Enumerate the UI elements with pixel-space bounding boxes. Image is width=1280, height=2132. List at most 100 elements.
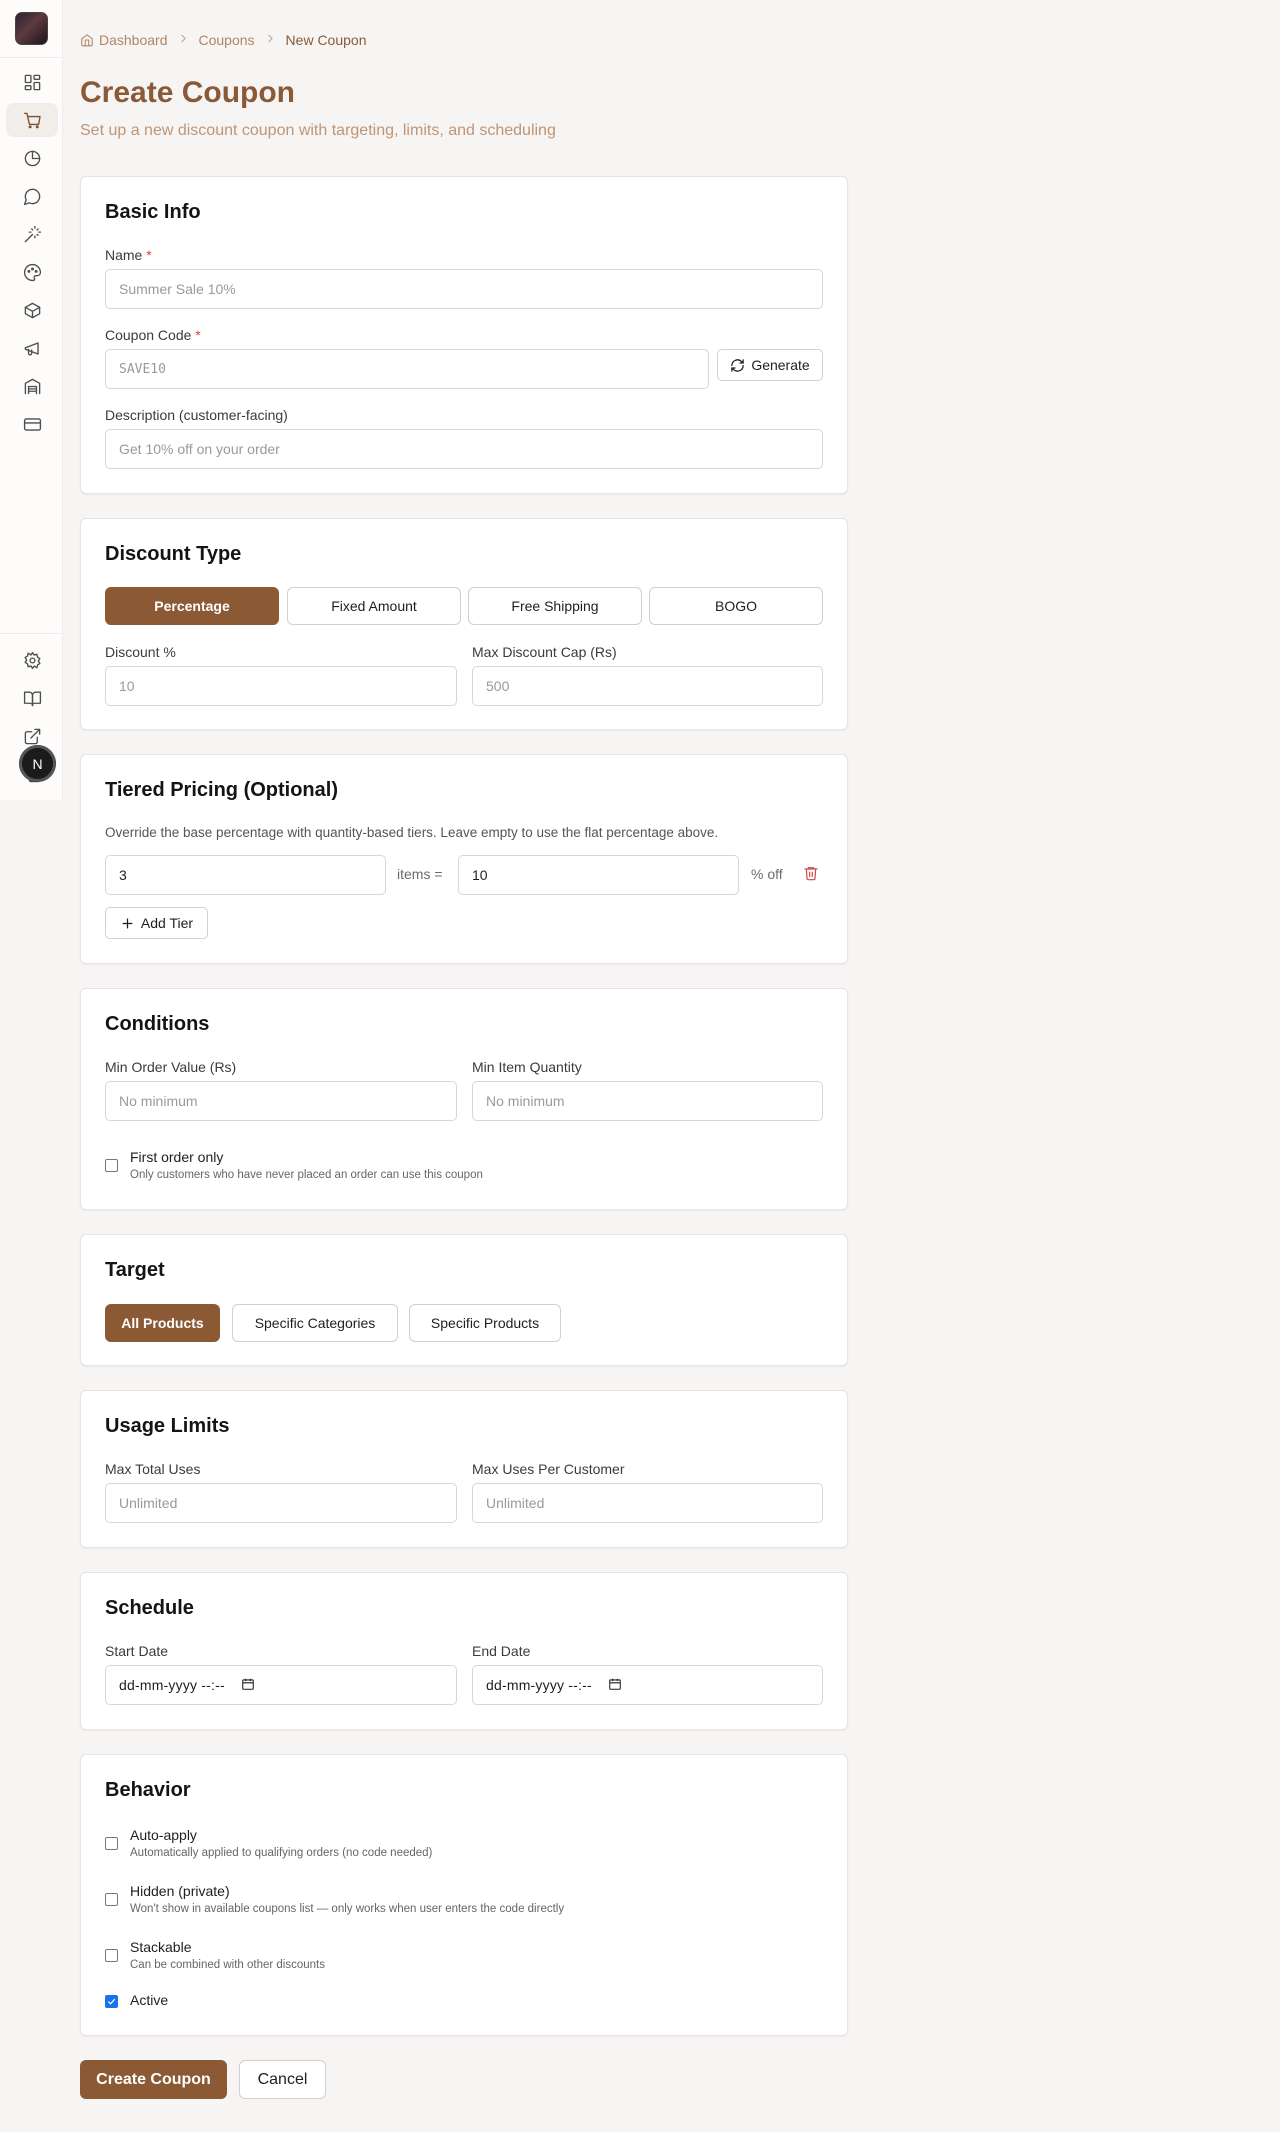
tiered-description: Override the base percentage with quanti… [105, 825, 719, 840]
tiered-pricing-card: Tiered Pricing (Optional) Override the b… [80, 754, 848, 964]
warehouse-icon[interactable] [6, 369, 58, 403]
sidebar: N [0, 0, 63, 800]
page-title: Create Coupon [80, 76, 296, 109]
usage-limits-card: Usage Limits Max Total Uses Unlimited Ma… [80, 1390, 848, 1548]
max-uses-per-customer-input[interactable]: Unlimited [472, 1483, 823, 1523]
tier-percent-label: % off [751, 866, 783, 882]
stackable-label: Stackable [130, 1939, 192, 1955]
add-tier-button[interactable]: Add Tier [105, 907, 208, 939]
tier-percent-input[interactable]: 10 [458, 855, 739, 895]
generate-button[interactable]: Generate [717, 349, 823, 381]
breadcrumb-dashboard-label: Dashboard [99, 32, 168, 48]
package-icon[interactable] [6, 293, 58, 327]
calendar-icon[interactable] [608, 1677, 622, 1694]
card-title: Target [105, 1259, 165, 1281]
min-order-input[interactable]: No minimum [105, 1081, 457, 1121]
discount-type-bogo[interactable]: BOGO [649, 587, 823, 625]
palette-icon[interactable] [6, 255, 58, 289]
hidden-checkbox[interactable] [105, 1893, 118, 1906]
breadcrumb: Dashboard Coupons New Coupon [80, 32, 366, 48]
megaphone-icon[interactable] [6, 331, 58, 365]
end-date-value: dd-mm-yyyy --:-- [486, 1677, 592, 1693]
start-date-input[interactable]: dd-mm-yyyy --:-- [105, 1665, 457, 1705]
card-title: Usage Limits [105, 1415, 230, 1437]
discount-type-card: Discount Type Percentage Fixed Amount Fr… [80, 518, 848, 730]
target-all-products[interactable]: All Products [105, 1304, 220, 1342]
pie-chart-icon[interactable] [6, 141, 58, 175]
target-card: Target All Products Specific Categories … [80, 1234, 848, 1366]
card-title: Schedule [105, 1597, 194, 1619]
app-logo[interactable] [15, 12, 48, 45]
max-total-uses-label: Max Total Uses [105, 1461, 201, 1477]
card-title: Conditions [105, 1013, 210, 1035]
card-title: Behavior [105, 1779, 191, 1801]
card-title: Discount Type [105, 543, 242, 565]
tier-items-input[interactable]: 3 [105, 855, 386, 895]
auto-apply-checkbox[interactable] [105, 1837, 118, 1850]
first-order-checkbox[interactable] [105, 1159, 118, 1172]
discount-percent-input[interactable]: 10 [105, 666, 457, 706]
tier-items-label: items = [397, 866, 443, 882]
hidden-help: Won't show in available coupons list — o… [130, 1903, 565, 1915]
cancel-button[interactable]: Cancel [239, 2060, 326, 2099]
discount-type-free-shipping[interactable]: Free Shipping [468, 587, 642, 625]
check-icon [107, 1998, 116, 2005]
min-quantity-input[interactable]: No minimum [472, 1081, 823, 1121]
behavior-card: Behavior Auto-apply Automatically applie… [80, 1754, 848, 2036]
start-date-label: Start Date [105, 1643, 169, 1659]
add-tier-label: Add Tier [140, 915, 194, 931]
create-coupon-button[interactable]: Create Coupon [80, 2060, 227, 2099]
credit-card-icon[interactable] [6, 407, 58, 441]
magic-wand-icon[interactable] [6, 217, 58, 251]
max-discount-cap-input[interactable]: 500 [472, 666, 823, 706]
active-label: Active [130, 1992, 169, 2008]
name-input[interactable]: Summer Sale 10% [105, 269, 823, 309]
gear-icon[interactable] [6, 643, 58, 677]
name-label: Name * [105, 247, 152, 263]
end-date-label: End Date [472, 1643, 531, 1659]
basic-info-card: Basic Info Name * Summer Sale 10% Coupon… [80, 176, 848, 494]
chevron-right-icon [177, 32, 190, 48]
avatar[interactable]: N [19, 745, 56, 782]
active-checkbox[interactable] [105, 1995, 118, 2008]
generate-label: Generate [751, 357, 810, 373]
description-label: Description (customer-facing) [105, 407, 288, 423]
target-specific-categories[interactable]: Specific Categories [232, 1304, 398, 1342]
max-total-uses-input[interactable]: Unlimited [105, 1483, 457, 1523]
max-discount-cap-label: Max Discount Cap (Rs) [472, 644, 617, 660]
coupon-code-label: Coupon Code * [105, 327, 201, 343]
auto-apply-help: Automatically applied to qualifying orde… [130, 1847, 433, 1859]
breadcrumb-current: New Coupon [285, 32, 367, 48]
calendar-icon[interactable] [241, 1677, 255, 1694]
discount-type-percentage[interactable]: Percentage [105, 587, 279, 625]
stackable-checkbox[interactable] [105, 1949, 118, 1962]
hidden-label: Hidden (private) [130, 1883, 230, 1899]
book-icon[interactable] [6, 681, 58, 715]
min-quantity-label: Min Item Quantity [472, 1059, 582, 1075]
plus-icon [122, 918, 133, 928]
start-date-value: dd-mm-yyyy --:-- [119, 1677, 225, 1693]
target-specific-products[interactable]: Specific Products [409, 1304, 561, 1342]
first-order-help: Only customers who have never placed an … [130, 1169, 483, 1181]
coupon-code-input[interactable]: SAVE10 [105, 349, 709, 389]
page-subtitle: Set up a new discount coupon with target… [80, 122, 556, 139]
chat-icon[interactable] [6, 179, 58, 213]
breadcrumb-coupons[interactable]: Coupons [199, 32, 255, 48]
end-date-input[interactable]: dd-mm-yyyy --:-- [472, 1665, 823, 1705]
sidebar-divider [0, 57, 62, 58]
trash-icon[interactable] [803, 865, 819, 886]
chevron-right-icon [264, 32, 277, 48]
description-input[interactable]: Get 10% off on your order [105, 429, 823, 469]
discount-type-fixed-amount[interactable]: Fixed Amount [287, 587, 461, 625]
max-uses-per-customer-label: Max Uses Per Customer [472, 1461, 625, 1477]
auto-apply-label: Auto-apply [130, 1827, 197, 1843]
discount-percent-label: Discount % [105, 644, 176, 660]
schedule-card: Schedule Start Date dd-mm-yyyy --:-- End… [80, 1572, 848, 1730]
conditions-card: Conditions Min Order Value (Rs) No minim… [80, 988, 848, 1210]
first-order-label: First order only [130, 1149, 224, 1165]
min-order-label: Min Order Value (Rs) [105, 1059, 237, 1075]
dashboard-icon[interactable] [6, 65, 58, 99]
breadcrumb-dashboard[interactable]: Dashboard [80, 32, 168, 48]
cart-icon[interactable] [6, 103, 58, 137]
home-icon [81, 34, 93, 47]
